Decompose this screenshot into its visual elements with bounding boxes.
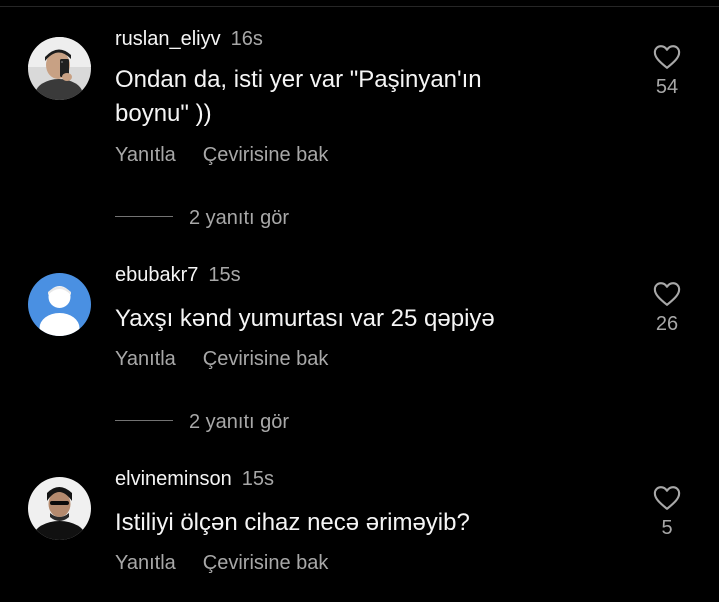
heart-outline-icon[interactable] <box>653 485 681 511</box>
comment-meta: ebubakr7 15s <box>115 264 241 287</box>
view-replies-label: 2 yanıtı gör <box>189 411 290 433</box>
comment-text-line: Yaxşı kənd yumurtası var 25 qəpiyə <box>115 305 495 332</box>
see-translation-button[interactable]: Çevirisine bak <box>203 552 329 574</box>
username[interactable]: ruslan_eliyv <box>115 28 221 50</box>
comment-actions: Yanıtla Çevirisine bak <box>115 144 328 167</box>
comment-text: Yaxşı kənd yumurtası var 25 qəpiyə <box>115 302 535 336</box>
avatar[interactable] <box>28 273 91 336</box>
user-photo-avatar <box>28 37 91 100</box>
default-avatar <box>28 273 91 336</box>
username[interactable]: elvineminson <box>115 468 232 490</box>
reply-button[interactable]: Yanıtla <box>115 348 176 370</box>
avatar[interactable] <box>28 37 91 100</box>
like-block: 5 <box>647 485 687 540</box>
like-block: 26 <box>647 281 687 336</box>
like-count: 54 <box>655 76 679 98</box>
comment-text: Istiliyi ölçən cihaz necə əriməyib? <box>115 506 535 540</box>
see-translation-button[interactable]: Çevirisine bak <box>203 144 329 166</box>
see-translation-button[interactable]: Çevirisine bak <box>203 348 329 370</box>
comment-text-line: boynu" )) <box>115 100 212 127</box>
like-block: 54 <box>647 44 687 99</box>
like-count: 26 <box>655 313 679 335</box>
user-photo-avatar <box>28 477 91 540</box>
comment-meta: ruslan_eliyv 16s <box>115 28 263 51</box>
comment-text-line: Istiliyi ölçən cihaz necə əriməyib? <box>115 509 470 536</box>
reply-button[interactable]: Yanıtla <box>115 552 176 574</box>
comment-meta: elvineminson 15s <box>115 468 274 491</box>
avatar[interactable] <box>28 477 91 540</box>
comment-actions: Yanıtla Çevirisine bak <box>115 348 328 371</box>
replies-divider-line <box>115 420 173 422</box>
reply-button[interactable]: Yanıtla <box>115 144 176 166</box>
timestamp: 15s <box>208 264 241 286</box>
timestamp: 16s <box>230 28 263 50</box>
username[interactable]: ebubakr7 <box>115 264 198 286</box>
like-count: 5 <box>661 517 673 539</box>
view-replies-label: 2 yanıtı gör <box>189 207 290 229</box>
view-replies-button[interactable]: 2 yanıtı gör <box>115 207 289 230</box>
replies-divider-line <box>115 216 173 218</box>
timestamp: 15s <box>241 468 274 490</box>
top-divider <box>0 6 719 7</box>
heart-outline-icon[interactable] <box>653 44 681 70</box>
comment-actions: Yanıtla Çevirisine bak <box>115 552 328 575</box>
heart-outline-icon[interactable] <box>653 281 681 307</box>
view-replies-button[interactable]: 2 yanıtı gör <box>115 411 289 434</box>
comment-text: Ondan da, isti yer var "Paşinyan'ın boyn… <box>115 63 535 131</box>
comment-text-line: Ondan da, isti yer var "Paşinyan'ın <box>115 66 482 93</box>
